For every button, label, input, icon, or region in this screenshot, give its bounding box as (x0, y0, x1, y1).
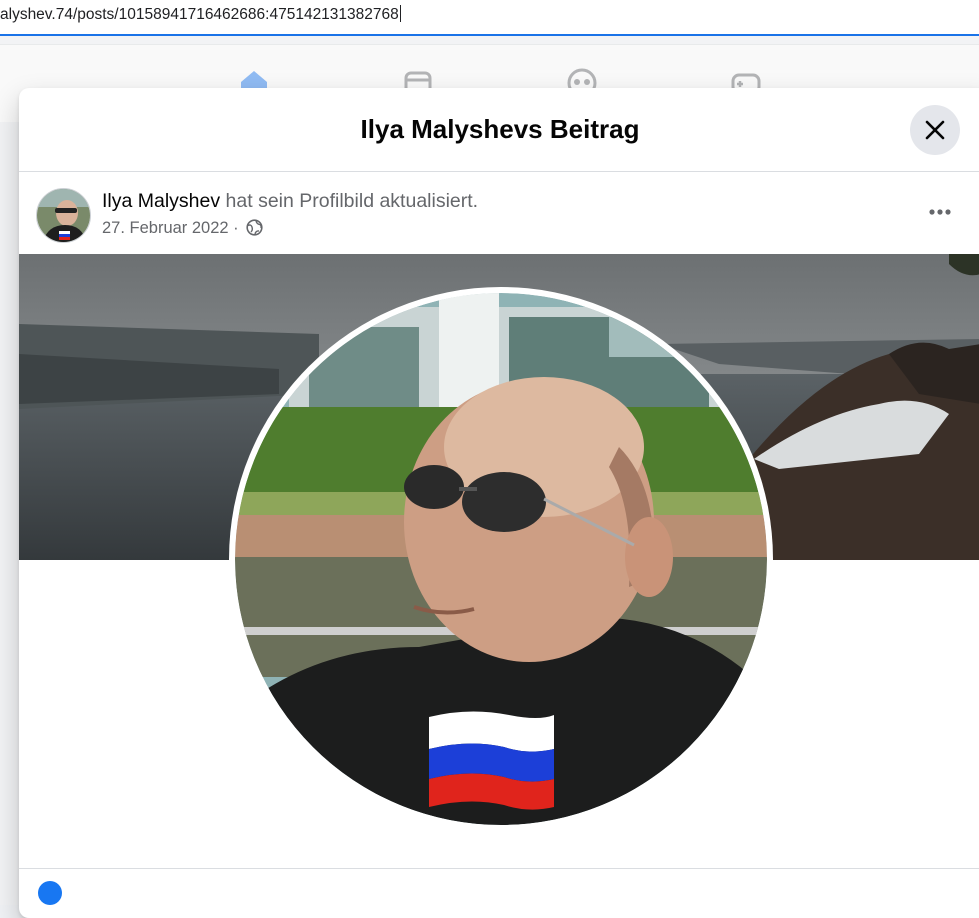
post-modal: Ilya Malyshevs Beitrag Ilya Malyshev hat… (19, 88, 979, 918)
post-action-text: hat sein Profilbild aktualisiert. (220, 190, 479, 212)
meta-separator: · (228, 219, 244, 237)
profile-picture[interactable] (229, 287, 773, 831)
globe-icon[interactable] (246, 219, 263, 236)
modal-header: Ilya Malyshevs Beitrag (19, 88, 979, 172)
post-date-link[interactable]: 27. Februar 2022 (102, 219, 229, 237)
more-options-icon (929, 209, 951, 215)
modal-title: Ilya Malyshevs Beitrag (360, 114, 640, 144)
post-footer-divider (19, 868, 979, 869)
address-url-text[interactable]: alyshev.74/posts/10158941716462686:47514… (0, 5, 401, 24)
profile-picture-image (231, 289, 771, 829)
author-avatar[interactable] (36, 188, 91, 243)
close-button[interactable] (910, 105, 960, 155)
post-author-line: Ilya Malyshev hat sein Profilbild aktual… (102, 190, 478, 213)
author-avatar-image (37, 189, 90, 242)
post-meta: 27. Februar 2022 · (102, 219, 263, 238)
author-name-link[interactable]: Ilya Malyshev (102, 190, 220, 212)
like-reaction-icon[interactable] (38, 881, 62, 905)
close-icon (925, 120, 945, 140)
more-options-button[interactable] (919, 196, 961, 226)
text-caret (399, 5, 401, 22)
browser-address-bar[interactable]: alyshev.74/posts/10158941716462686:47514… (0, 0, 979, 36)
